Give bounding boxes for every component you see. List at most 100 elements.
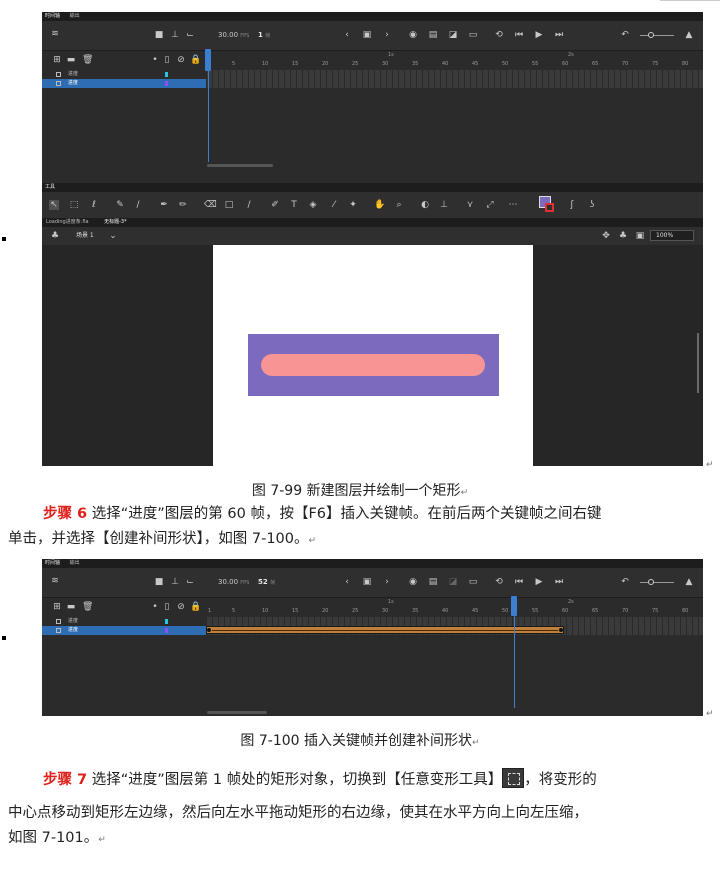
- folder-icon[interactable]: ▬: [66, 602, 76, 612]
- trash-icon[interactable]: 🗑: [82, 602, 93, 612]
- outline-icon[interactable]: ▯: [162, 55, 172, 65]
- timeline-zoom-slider[interactable]: [640, 35, 674, 36]
- rectangle-tool-icon[interactable]: □: [224, 200, 234, 210]
- onion-outline-icon[interactable]: ◪: [448, 30, 458, 40]
- graph-icon[interactable]: ⌙: [185, 577, 195, 587]
- step-forward-icon[interactable]: ⏭: [554, 30, 564, 40]
- timeline-zoom-slider[interactable]: [640, 582, 674, 583]
- layer-row-selected[interactable]: 进度: [42, 626, 206, 635]
- selection-tool-icon[interactable]: ↖: [49, 200, 59, 210]
- width-tool-icon[interactable]: ⋎: [465, 200, 475, 210]
- zoom-field[interactable]: 100%: [650, 230, 694, 241]
- hand-tool-icon[interactable]: ✋: [374, 200, 385, 210]
- current-frame[interactable]: 1 帧: [258, 31, 270, 39]
- playhead-handle[interactable]: [205, 49, 211, 71]
- tab-output[interactable]: 输出: [70, 560, 80, 566]
- graph-icon[interactable]: ⌙: [185, 30, 195, 40]
- outline-icon[interactable]: ▯: [162, 602, 172, 612]
- start-keyframe[interactable]: [207, 628, 211, 632]
- line-tool-icon[interactable]: ∕: [244, 200, 254, 210]
- current-frame[interactable]: 52 帧: [258, 578, 275, 586]
- pink-rounded-bar[interactable]: [261, 354, 485, 376]
- doc-tab-untitled[interactable]: 无标题-3*: [104, 219, 127, 225]
- camera-icon[interactable]: ■: [154, 30, 164, 40]
- edit-symbol-icon[interactable]: ♣: [618, 231, 628, 241]
- trash-icon[interactable]: 🗑: [82, 55, 93, 65]
- onion-outline-icon[interactable]: ◪: [448, 577, 458, 587]
- tab-output[interactable]: 输出: [70, 13, 80, 19]
- tab-timeline[interactable]: 时间轴: [45, 13, 60, 19]
- camera-tool-icon[interactable]: ⤢: [485, 200, 495, 210]
- bone-tool-icon[interactable]: ✦: [348, 200, 358, 210]
- visibility-icon[interactable]: ⊘: [176, 55, 186, 65]
- text-tool-icon[interactable]: T: [289, 200, 299, 210]
- center-frame-icon[interactable]: ▣: [362, 577, 372, 587]
- playhead-handle[interactable]: [511, 596, 517, 616]
- center-stage-icon[interactable]: ✥: [601, 231, 611, 241]
- next-icon[interactable]: ›: [382, 30, 392, 40]
- insert-frame-icon[interactable]: ▭: [468, 30, 478, 40]
- fps-display[interactable]: 30.00 FPS: [218, 31, 249, 39]
- timeline-scrollbar[interactable]: [207, 164, 273, 167]
- parent-icon[interactable]: ⊥: [170, 30, 180, 40]
- frame-ruler[interactable]: 151015202530354045505560657075801s2s: [206, 598, 703, 617]
- paint-brush-icon[interactable]: ∕: [133, 200, 143, 210]
- frame-ruler[interactable]: 151015202530354045505560657075801s2s: [206, 51, 703, 70]
- lock-icon[interactable]: 🔒: [190, 55, 201, 65]
- zoom-tool-icon[interactable]: ⌕: [394, 200, 404, 210]
- layers-icon[interactable]: ≋: [50, 29, 60, 39]
- new-layer-icon[interactable]: ⊞: [52, 55, 62, 65]
- stroke-color-swatch[interactable]: [545, 203, 554, 212]
- edit-multiple-icon[interactable]: ▤: [428, 577, 438, 587]
- clip-icon[interactable]: ▣: [635, 231, 645, 241]
- undo-icon[interactable]: ↶: [620, 577, 630, 587]
- paint-bucket-icon[interactable]: ◈: [308, 200, 318, 210]
- doc-tab-loading[interactable]: Loading进度条.fla: [46, 219, 89, 225]
- free-transform-tool-icon[interactable]: ⬚: [69, 200, 79, 210]
- fluid-brush-icon[interactable]: ✒: [159, 200, 169, 210]
- loop-icon[interactable]: ⟲: [494, 577, 504, 587]
- 3d-rotation-icon[interactable]: ◐: [420, 200, 430, 210]
- eraser-tool-icon[interactable]: ⌫: [204, 200, 217, 210]
- lasso-tool-icon[interactable]: ℓ: [89, 200, 99, 210]
- chevron-down-icon[interactable]: ⌄: [108, 231, 118, 241]
- undo-icon[interactable]: ↶: [620, 30, 630, 40]
- prev-icon[interactable]: ‹: [342, 30, 352, 40]
- step-back-icon[interactable]: ⏮: [514, 30, 524, 40]
- onion-skin-icon[interactable]: ◉: [408, 577, 418, 587]
- onion-skin-icon[interactable]: ◉: [408, 30, 418, 40]
- insert-frame-icon[interactable]: ▭: [468, 577, 478, 587]
- fps-display[interactable]: 30.00 FPS: [218, 578, 249, 586]
- timeline-scrollbar[interactable]: [207, 711, 267, 714]
- pen-tool-icon[interactable]: ✐: [270, 200, 280, 210]
- straighten-icon[interactable]: ʖ: [587, 200, 597, 210]
- stage-canvas[interactable]: [213, 245, 533, 466]
- smooth-icon[interactable]: ʃ: [567, 200, 577, 210]
- stage-scrollbar[interactable]: [697, 333, 699, 393]
- center-frame-icon[interactable]: ▣: [362, 30, 372, 40]
- loop-icon[interactable]: ⟲: [494, 30, 504, 40]
- new-layer-icon[interactable]: ⊞: [52, 602, 62, 612]
- next-icon[interactable]: ›: [382, 577, 392, 587]
- step-forward-icon[interactable]: ⏭: [554, 577, 564, 587]
- asset-warp-icon[interactable]: ⊥: [439, 200, 449, 210]
- layer-row[interactable]: 进度: [42, 617, 206, 626]
- visibility-icon[interactable]: ⊘: [176, 602, 186, 612]
- purple-rectangle[interactable]: [248, 334, 499, 396]
- lock-icon[interactable]: 🔒: [190, 602, 201, 612]
- play-icon[interactable]: ▶: [534, 577, 544, 587]
- frame-grid[interactable]: [206, 70, 703, 88]
- scene-label[interactable]: 场景 1: [76, 227, 94, 245]
- timeline-zoom-knob[interactable]: [648, 579, 654, 585]
- pencil-tool-icon[interactable]: ✏: [178, 200, 188, 210]
- end-keyframe[interactable]: [559, 628, 563, 632]
- timeline-zoom-knob[interactable]: [648, 32, 654, 38]
- prev-icon[interactable]: ‹: [342, 577, 352, 587]
- step-back-icon[interactable]: ⏮: [514, 577, 524, 587]
- tab-timeline[interactable]: 时间轴: [45, 560, 60, 566]
- play-icon[interactable]: ▶: [534, 30, 544, 40]
- folder-icon[interactable]: ▬: [66, 55, 76, 65]
- camera-icon[interactable]: ■: [154, 577, 164, 587]
- mountain-icon[interactable]: ▲: [684, 577, 694, 587]
- parent-icon[interactable]: ⊥: [170, 577, 180, 587]
